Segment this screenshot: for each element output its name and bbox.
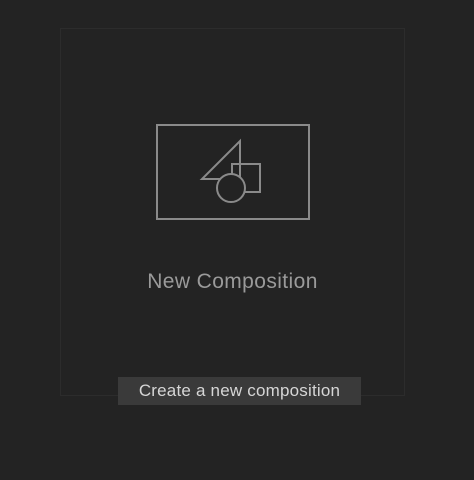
tooltip: Create a new composition <box>118 377 361 405</box>
composition-shapes-icon <box>156 124 310 220</box>
composition-panel: New Composition Create a new composition <box>0 0 474 480</box>
new-composition-label: New Composition <box>147 270 318 293</box>
